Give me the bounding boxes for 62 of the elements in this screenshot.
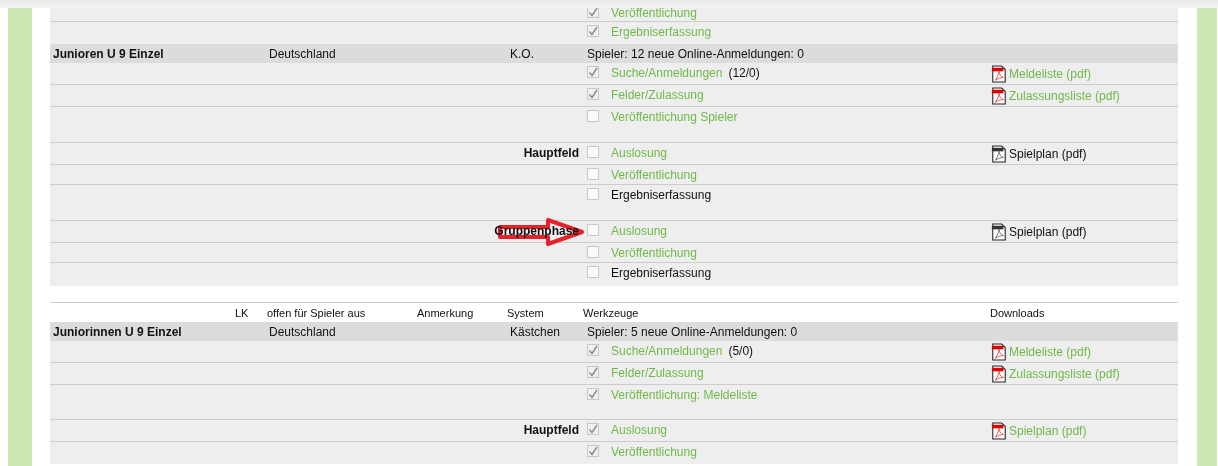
checkbox[interactable] [587,188,599,200]
country-text: Deutschland [269,325,337,339]
checkbox[interactable] [587,224,599,236]
pdf-icon [991,365,1007,383]
pdf-icon [991,343,1007,361]
pdf-icon [991,87,1007,105]
tool-link[interactable]: Auslosung [611,224,668,238]
tool-link[interactable]: Felder/Zulassung [611,366,704,380]
download-link[interactable]: Meldeliste (pdf) [1009,345,1092,359]
checkbox[interactable] [587,25,599,37]
pdf-icon [991,422,1007,440]
checkbox[interactable] [587,66,599,78]
tool-link[interactable]: Auslosung [611,146,668,160]
phase-label: Hauptfeld [523,146,579,160]
checkbox[interactable] [587,266,599,278]
tool-link[interactable]: Felder/Zulassung [611,88,704,102]
tool-link[interactable]: Veröffentlichung [611,445,697,459]
column-header: Werkzeuge [583,306,640,320]
category-name: Junioren U 9 Einzel [52,47,165,61]
download-link[interactable]: Zulassungsliste (pdf) [1009,367,1120,381]
tool-link[interactable]: Veröffentlichung [611,246,697,260]
tool-link[interactable]: Suche/Anmeldungen [611,66,723,80]
pdf-icon [991,223,1007,241]
category-name: Juniorinnen U 9 Einzel [52,325,183,339]
checkbox[interactable] [587,445,599,457]
download-link[interactable]: Meldeliste (pdf) [1009,67,1092,81]
column-header: Anmerkung [417,306,475,320]
summary-text: Spieler: 5 neue Online-Anmeldungen: 0 [586,325,799,339]
count-text: (5/0) [728,344,754,358]
download-link[interactable]: Spielplan (pdf) [1009,147,1087,161]
tool-link[interactable]: Suche/Anmeldungen [611,344,723,358]
column-header: LK [235,306,250,320]
checkbox[interactable] [587,423,599,435]
checkbox[interactable] [587,8,599,18]
column-header: System [507,306,545,320]
download-link[interactable]: Spielplan (pdf) [1009,424,1087,438]
checkbox[interactable] [587,88,599,100]
summary-text: Spieler: 12 neue Online-Anmeldungen: 0 [586,47,805,61]
checkbox[interactable] [587,168,599,180]
country-text: Deutschland [269,47,337,61]
column-header: Downloads [990,306,1046,320]
column-header: offen für Spieler aus [267,306,367,320]
checkbox[interactable] [587,366,599,378]
checkbox[interactable] [587,344,599,356]
tool-link[interactable]: Veröffentlichung Spieler [611,110,738,124]
download-link[interactable]: Spielplan (pdf) [1009,225,1087,239]
pdf-icon [991,65,1007,83]
tool-link[interactable]: Auslosung [611,423,668,437]
tool-link[interactable]: Veröffentlichung: Meldeliste [611,388,758,402]
tool-link[interactable]: Ergebniserfassung [611,25,712,39]
checkbox[interactable] [587,388,599,400]
phase-label: Hauptfeld [523,423,579,437]
system-text: Kästchen [510,325,562,339]
checkbox[interactable] [587,146,599,158]
system-text: K.O. [510,47,535,61]
checkbox[interactable] [587,246,599,258]
checkbox[interactable] [587,110,599,122]
tool-link[interactable]: Veröffentlichung [611,168,697,182]
download-link[interactable]: Zulassungsliste (pdf) [1009,89,1120,103]
count-text: (12/0) [728,66,760,80]
pdf-icon [991,145,1007,163]
tool-link[interactable]: Veröffentlichung [611,8,697,20]
